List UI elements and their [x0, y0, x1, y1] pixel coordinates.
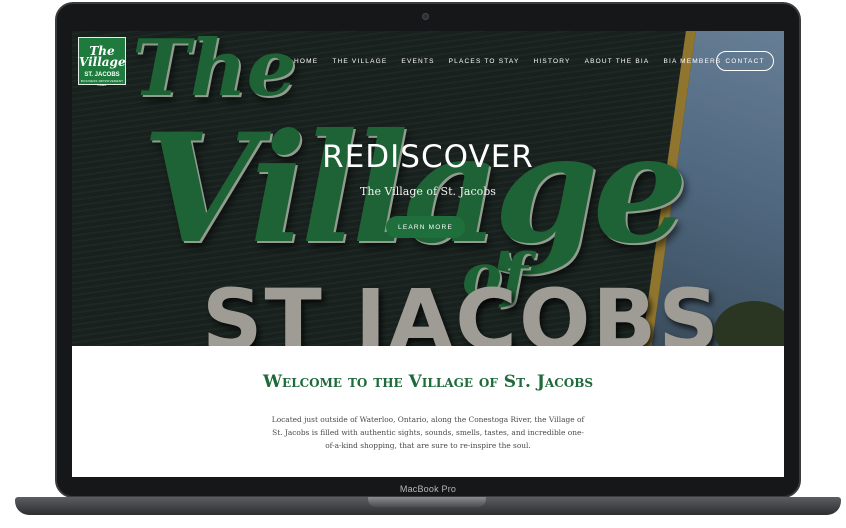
browser-screen: The Village of ST JACOBS The Village ST.…: [72, 31, 784, 477]
welcome-body: Located just outside of Waterloo, Ontari…: [271, 415, 585, 450]
learn-more-button[interactable]: LEARN MORE: [386, 216, 465, 238]
nav-item-about-the-bia[interactable]: ABOUT THE BIA: [585, 58, 650, 65]
site-logo[interactable]: The Village ST. JACOBS BUSINESS IMPROVEM…: [78, 37, 126, 87]
model-label: MacBook Pro: [399, 484, 457, 494]
contact-button[interactable]: CONTACT: [716, 51, 774, 71]
laptop-notch: [368, 497, 486, 507]
nav-item-bia-members[interactable]: BIA MEMBERS: [663, 58, 721, 65]
nav-item-history[interactable]: HISTORY: [534, 58, 571, 65]
hero-section: The Village of ST JACOBS The Village ST.…: [72, 31, 784, 346]
nav-item-the-village[interactable]: THE VILLAGE: [332, 58, 387, 65]
nav-item-home[interactable]: HOME: [294, 58, 318, 65]
nav-item-places-to-stay[interactable]: PLACES TO STAY: [449, 58, 520, 65]
logo-name-text: ST. JACOBS: [84, 72, 120, 78]
logo-sub-text: BUSINESS IMPROVEMENT AREA: [80, 79, 124, 87]
hero-subtitle: The Village of St. Jacobs: [360, 185, 496, 198]
welcome-section: Welcome to the Village of St. Jacobs Loc…: [72, 346, 784, 477]
camera-icon: [422, 13, 429, 20]
logo-script-text: The Village: [79, 44, 126, 69]
hero-title: REDISCOVER: [322, 139, 534, 175]
welcome-title: Welcome to the Village of St. Jacobs: [262, 372, 594, 392]
main-nav: HOME THE VILLAGE EVENTS PLACES TO STAY H…: [294, 58, 735, 65]
nav-item-events[interactable]: EVENTS: [401, 58, 434, 65]
